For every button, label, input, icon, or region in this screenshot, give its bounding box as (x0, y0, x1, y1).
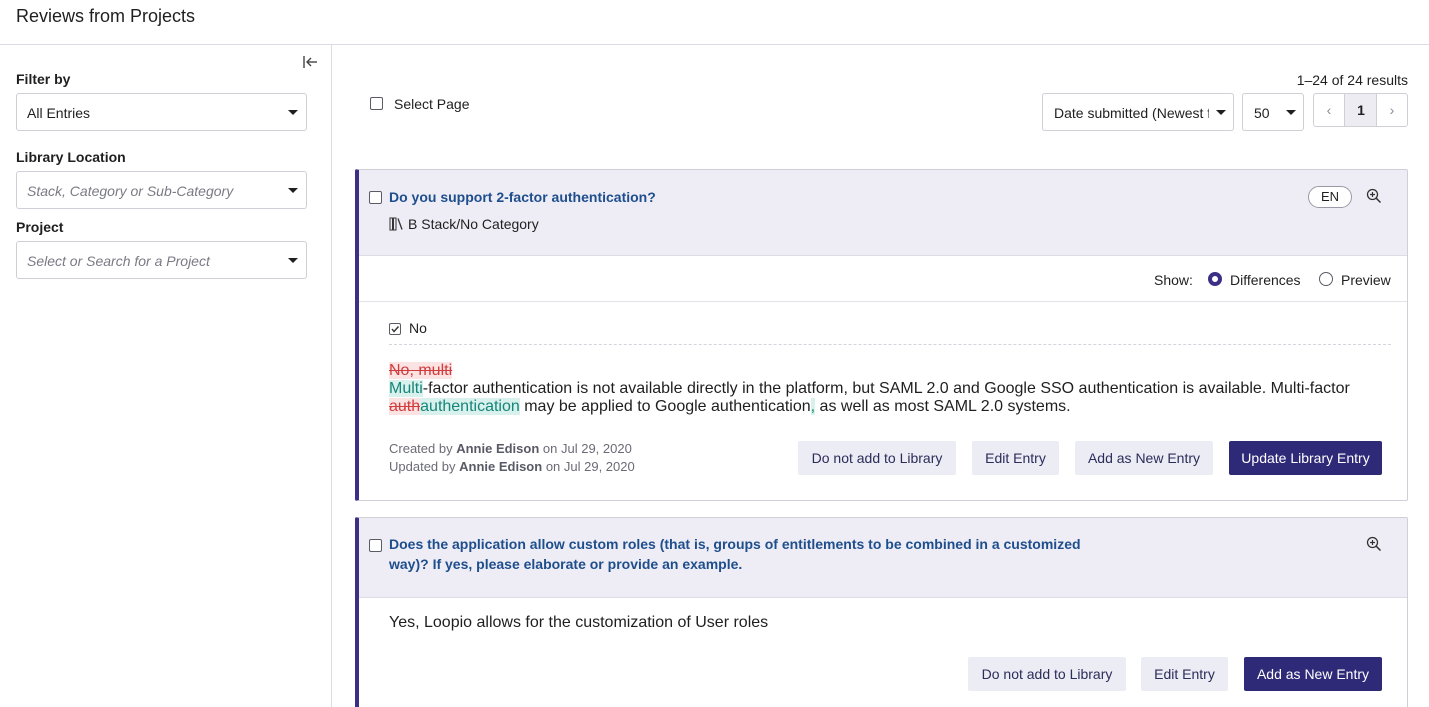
unchanged-text: -factor authentication is not available … (422, 380, 1350, 397)
entry-question-link[interactable]: Do you support 2-factor authentication? (389, 187, 656, 207)
pager-prev-button[interactable]: ‹ (1314, 94, 1345, 126)
chevron-down-icon (288, 188, 298, 193)
do-not-add-button[interactable]: Do not add to Library (968, 657, 1126, 691)
inserted-text: authentication (420, 398, 520, 415)
deleted-text: auth (389, 398, 421, 415)
project-placeholder: Select or Search for a Project (27, 253, 210, 269)
show-label: Show: (1154, 272, 1193, 288)
do-not-add-button[interactable]: Do not add to Library (798, 441, 956, 475)
project-label: Project (16, 219, 64, 235)
question-line: Does the application allow custom roles … (389, 536, 1081, 552)
inserted-text: Multi (389, 380, 423, 397)
library-location-text: B Stack/No Category (408, 216, 539, 232)
unchanged-text: may be applied to Google authentication (519, 398, 811, 415)
add-new-entry-button[interactable]: Add as New Entry (1075, 441, 1213, 475)
edit-entry-button[interactable]: Edit Entry (1141, 657, 1228, 691)
pager-next-button[interactable]: › (1376, 94, 1407, 126)
preview-radio[interactable] (1319, 272, 1333, 286)
edit-entry-button[interactable]: Edit Entry (972, 441, 1059, 475)
review-entry-card: Do you support 2-factor authentication? … (355, 169, 1408, 501)
pager-current-page[interactable]: 1 (1345, 94, 1377, 126)
updated-date: on Jul 29, 2020 (545, 459, 635, 474)
main-content: 1–24 of 24 results Select Page Date subm… (333, 45, 1429, 707)
answer-option: No (389, 320, 427, 336)
project-select[interactable]: Select or Search for a Project (16, 241, 307, 279)
updated-prefix: Updated by (389, 459, 456, 474)
answer-option-label: No (409, 320, 427, 336)
library-icon (389, 217, 403, 231)
update-library-entry-button[interactable]: Update Library Entry (1229, 441, 1382, 475)
created-prefix: Created by (389, 441, 453, 456)
results-count: 1–24 of 24 results (1296, 72, 1408, 88)
entry-header: Do you support 2-factor authentication? … (359, 170, 1407, 256)
filter-sidebar: Filter by All Entries Library Location S… (0, 45, 332, 707)
checked-box-icon (389, 323, 401, 335)
answer-diff: No, multi Multi-factor authentication is… (389, 362, 1389, 416)
library-location: B Stack/No Category (389, 216, 539, 232)
chevron-down-icon (1216, 110, 1226, 115)
library-location-placeholder: Stack, Category or Sub-Category (27, 183, 234, 199)
answer-text: Yes, Loopio allows for the customization… (389, 614, 769, 631)
language-badge[interactable]: EN (1308, 186, 1352, 208)
top-bar: Reviews from Projects (0, 0, 1429, 45)
divider (389, 344, 1391, 345)
zoom-in-icon[interactable] (1366, 188, 1384, 206)
review-entry-card: Does the application allow custom roles … (355, 517, 1408, 707)
filter-by-label: Filter by (16, 71, 71, 87)
show-toggle-row: Show: Differences Preview (359, 256, 1407, 302)
chevron-down-icon (1286, 110, 1296, 115)
sort-select[interactable]: Date submitted (Newest first) (1042, 93, 1234, 131)
created-meta: Created by Annie Edison on Jul 29, 2020 (389, 440, 632, 458)
filter-by-select[interactable]: All Entries (16, 93, 307, 131)
sort-value: Date submitted (Newest first) (1054, 105, 1209, 121)
pagination: ‹ 1 › (1313, 93, 1408, 127)
preview-label[interactable]: Preview (1341, 272, 1391, 288)
unchanged-text: as well as most SAML 2.0 systems. (815, 398, 1071, 415)
add-new-entry-button[interactable]: Add as New Entry (1244, 657, 1382, 691)
library-location-label: Library Location (16, 149, 126, 165)
select-page-label: Select Page (394, 96, 470, 112)
entry-header: Does the application allow custom roles … (359, 518, 1407, 598)
select-page-checkbox[interactable] (370, 97, 383, 110)
entry-select-checkbox[interactable] (369, 191, 382, 204)
differences-label[interactable]: Differences (1230, 272, 1301, 288)
chevron-down-icon (288, 110, 298, 115)
entry-select-checkbox[interactable] (369, 539, 382, 552)
updated-meta: Updated by Annie Edison on Jul 29, 2020 (389, 458, 635, 476)
created-date: on Jul 29, 2020 (542, 441, 632, 456)
differences-radio[interactable] (1208, 272, 1222, 286)
updated-by-user: Annie Edison (459, 459, 543, 474)
page-title: Reviews from Projects (16, 6, 196, 26)
collapse-sidebar-icon[interactable] (302, 55, 322, 71)
question-line: way)? If yes, please elaborate or provid… (389, 556, 743, 572)
per-page-select[interactable]: 50 (1242, 93, 1304, 131)
entry-question-link[interactable]: Does the application allow custom roles … (389, 534, 1081, 574)
zoom-in-icon[interactable] (1366, 536, 1384, 554)
per-page-value: 50 (1254, 105, 1270, 121)
chevron-down-icon (288, 258, 298, 263)
library-location-select[interactable]: Stack, Category or Sub-Category (16, 171, 307, 209)
deleted-text: No, multi (389, 362, 453, 379)
filter-by-value: All Entries (27, 105, 91, 121)
created-by-user: Annie Edison (456, 441, 540, 456)
